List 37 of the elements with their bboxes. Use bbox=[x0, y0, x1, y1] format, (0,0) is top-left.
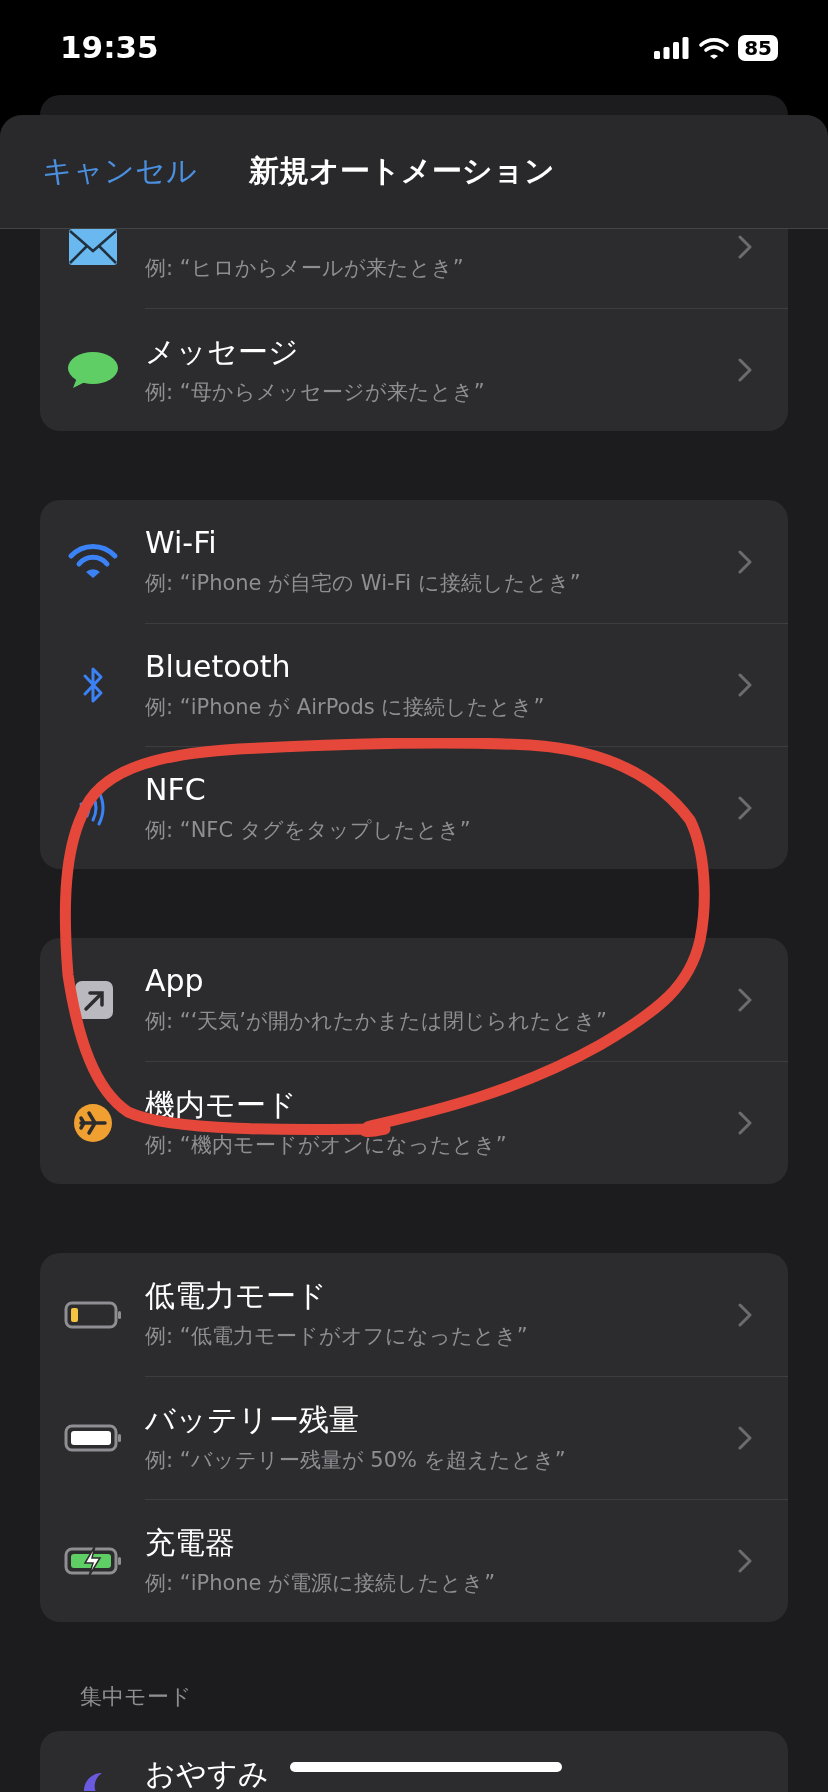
trigger-example: 例: “iPhone が電源に接続したとき” bbox=[145, 1570, 497, 1597]
trigger-example: 例: “ヒロからメールが来たとき” bbox=[145, 255, 465, 282]
trigger-example: 例: “‘天気’が開かれたかまたは閉じられたとき” bbox=[145, 1008, 608, 1035]
trigger-example: 例: “iPhone が自宅の Wi-Fi に接続したとき” bbox=[145, 570, 582, 597]
chevron-icon bbox=[738, 1303, 752, 1327]
battery-indicator: 85 bbox=[738, 34, 778, 61]
signal-icon bbox=[654, 36, 691, 59]
section-header: 集中モード bbox=[80, 1683, 193, 1711]
trigger-title[interactable]: NFC bbox=[145, 771, 206, 809]
trigger-title[interactable]: Wi-Fi bbox=[145, 524, 217, 562]
trigger-example: 例: “NFC タグをタップしたとき” bbox=[145, 817, 472, 844]
trigger-title[interactable]: おやすみ bbox=[145, 1755, 269, 1792]
trigger-title[interactable]: バッテリー残量 bbox=[145, 1401, 359, 1439]
trigger-title[interactable]: 低電力モード bbox=[145, 1277, 327, 1315]
trigger-title[interactable]: メッセージ bbox=[145, 333, 299, 371]
wifi-icon bbox=[699, 36, 730, 59]
chevron-icon bbox=[738, 1426, 752, 1450]
chevron-icon bbox=[738, 673, 752, 697]
moon-icon bbox=[82, 1773, 103, 1791]
trigger-title[interactable]: Bluetooth bbox=[145, 648, 291, 686]
trigger-title[interactable]: 充電器 bbox=[145, 1524, 235, 1562]
trigger-example: 例: “iPhone が AirPods に接続したとき” bbox=[145, 694, 546, 721]
status-time: 19:35 bbox=[60, 28, 159, 65]
chevron-icon bbox=[738, 550, 752, 574]
trigger-example: 例: “低電力モードがオフになったとき” bbox=[145, 1323, 529, 1350]
trigger-example: 例: “母からメッセージが来たとき” bbox=[145, 379, 486, 406]
chevron-icon bbox=[738, 235, 752, 259]
chevron-icon bbox=[738, 1111, 752, 1135]
trigger-example: 例: “バッテリー残量が 50% を超えたとき” bbox=[145, 1447, 567, 1474]
chevron-icon bbox=[738, 358, 752, 382]
chevron-icon bbox=[738, 796, 752, 820]
cancel-button[interactable]: キャンセル bbox=[42, 151, 197, 192]
navigation-title: 新規オートメーション bbox=[249, 152, 555, 190]
trigger-example: 例: “機内モードがオンになったとき” bbox=[145, 1132, 508, 1159]
chevron-icon bbox=[738, 988, 752, 1012]
trigger-title[interactable]: App bbox=[145, 962, 204, 1000]
chevron-icon bbox=[738, 1549, 752, 1573]
